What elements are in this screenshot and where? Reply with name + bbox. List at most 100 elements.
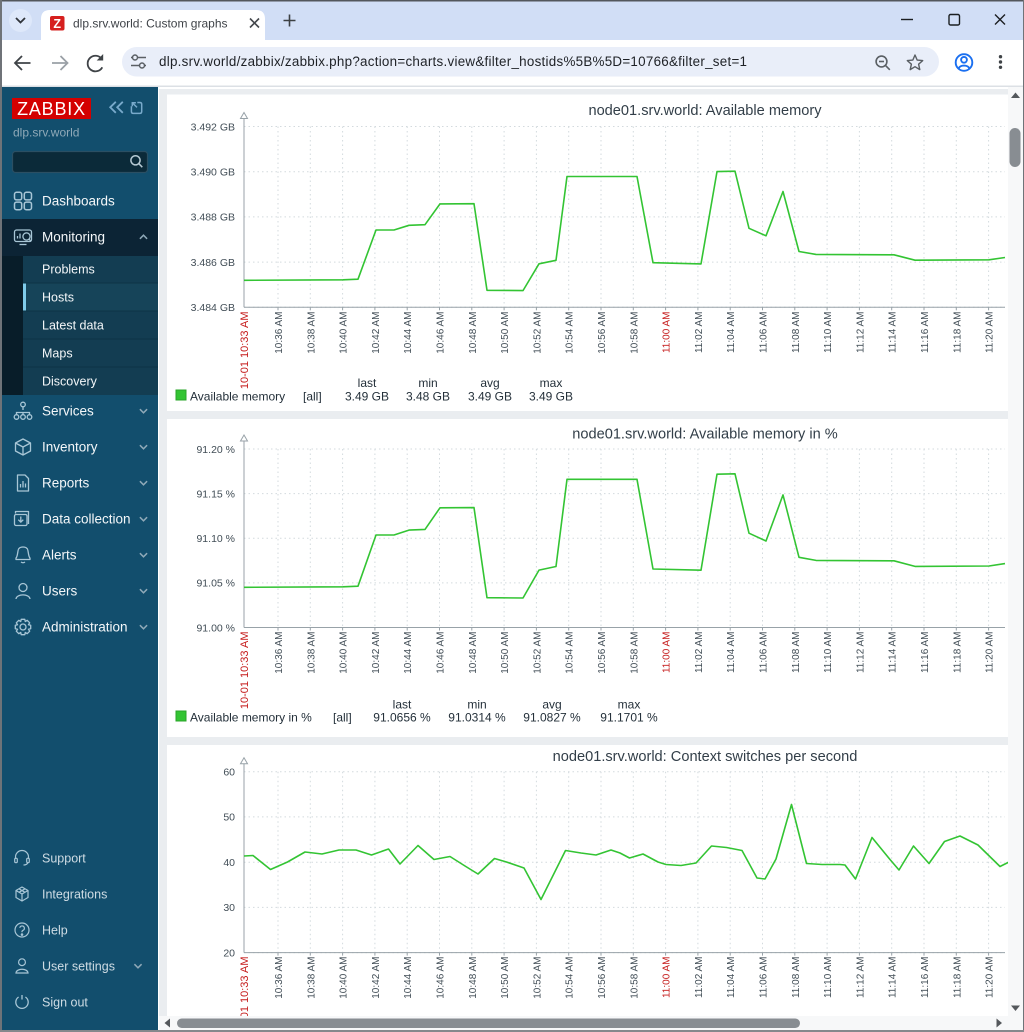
svg-text:last: last [393,698,412,712]
svg-text:10:42 AM: 10:42 AM [371,312,382,354]
svg-text:3.492 GB: 3.492 GB [191,121,235,133]
svg-text:11:12 AM: 11:12 AM [855,957,866,999]
svg-text:3.486 GB: 3.486 GB [191,257,235,269]
svg-text:50: 50 [223,812,235,824]
svg-text:10:54 AM: 10:54 AM [565,957,576,999]
svg-text:Help: Help [42,924,68,938]
svg-text:dlp.srv.world: Custom graphs: dlp.srv.world: Custom graphs [73,17,228,31]
svg-text:Problems: Problems [42,263,95,277]
svg-text:11:10 AM: 11:10 AM [823,312,834,354]
svg-text:Dashboards: Dashboards [42,194,115,209]
svg-text:10:40 AM: 10:40 AM [339,957,350,999]
svg-text:11:02 AM: 11:02 AM [694,632,705,674]
svg-text:91.1701 %: 91.1701 % [600,711,658,725]
svg-text:Z: Z [53,17,61,31]
svg-text:10:46 AM: 10:46 AM [436,957,447,999]
svg-text:10:52 AM: 10:52 AM [532,632,543,674]
svg-text:11:12 AM: 11:12 AM [855,312,866,354]
svg-text:Users: Users [42,584,78,599]
svg-text:10:46 AM: 10:46 AM [436,632,447,674]
svg-text:11:00 AM: 11:00 AM [662,632,673,674]
svg-text:30: 30 [223,902,235,914]
svg-text:Administration: Administration [42,620,128,635]
svg-text:11:14 AM: 11:14 AM [888,312,899,354]
svg-text:11:18 AM: 11:18 AM [952,957,963,999]
svg-text:11:16 AM: 11:16 AM [920,632,931,674]
svg-text:Discovery: Discovery [42,375,98,389]
svg-text:10:44 AM: 10:44 AM [403,632,414,674]
svg-text:10:56 AM: 10:56 AM [597,312,608,354]
svg-text:11:20 AM: 11:20 AM [985,632,996,674]
svg-text:11:08 AM: 11:08 AM [791,312,802,354]
svg-text:10:38 AM: 10:38 AM [306,957,317,999]
svg-text:11:04 AM: 11:04 AM [726,312,737,354]
svg-text:ZABBIX: ZABBIX [17,99,86,119]
svg-text:91.0314 %: 91.0314 % [448,711,506,725]
svg-text:10:50 AM: 10:50 AM [500,957,511,999]
svg-text:dlp.srv.world/zabbix/zabbix.ph: dlp.srv.world/zabbix/zabbix.php?action=c… [159,54,747,69]
svg-text:Latest data: Latest data [42,319,104,333]
svg-text:3.484 GB: 3.484 GB [191,302,235,314]
svg-text:Data collection: Data collection [42,512,131,527]
svg-text:max: max [540,376,563,390]
svg-text:last: last [358,376,377,390]
svg-text:11:14 AM: 11:14 AM [888,632,899,674]
svg-text:3.490 GB: 3.490 GB [191,167,235,179]
svg-text:10:38 AM: 10:38 AM [306,632,317,674]
svg-text:11:08 AM: 11:08 AM [791,632,802,674]
svg-text:min: min [467,698,486,712]
svg-text:dlp.srv.world: dlp.srv.world [13,126,79,140]
svg-text:60: 60 [223,767,235,779]
svg-text:10:42 AM: 10:42 AM [371,632,382,674]
svg-text:Inventory: Inventory [42,440,98,455]
svg-text:11:10 AM: 11:10 AM [823,957,834,999]
svg-text:91.10 %: 91.10 % [196,533,235,545]
svg-text:3.488 GB: 3.488 GB [191,212,235,224]
svg-text:10:44 AM: 10:44 AM [403,957,414,999]
svg-text:10:48 AM: 10:48 AM [468,957,479,999]
svg-text:10:36 AM: 10:36 AM [274,632,285,674]
svg-text:11:06 AM: 11:06 AM [759,632,770,674]
svg-text:Reports: Reports [42,476,90,491]
svg-text:11:00 AM: 11:00 AM [662,957,673,999]
svg-text:Monitoring: Monitoring [42,230,105,245]
svg-text:91.15 %: 91.15 % [196,488,235,500]
svg-text:node01.srv.world: Available me: node01.srv.world: Available memory in % [572,427,838,443]
svg-text:Hosts: Hosts [42,291,74,305]
svg-text:10:50 AM: 10:50 AM [500,312,511,354]
svg-text:10-01 10:33 AM: 10-01 10:33 AM [239,312,251,390]
svg-text:11:06 AM: 11:06 AM [759,957,770,999]
svg-text:Available memory: Available memory [190,390,285,404]
svg-text:max: max [618,698,641,712]
svg-text:10:40 AM: 10:40 AM [339,632,350,674]
svg-text:11:00 AM: 11:00 AM [662,311,673,353]
svg-text:min: min [418,376,437,390]
svg-text:Services: Services [42,404,94,419]
svg-text:20: 20 [223,947,235,959]
svg-text:10:36 AM: 10:36 AM [274,312,285,354]
svg-text:User settings: User settings [42,960,115,974]
svg-text:10:36 AM: 10:36 AM [274,957,285,999]
svg-text:10:56 AM: 10:56 AM [597,957,608,999]
svg-text:40: 40 [223,857,235,869]
svg-text:3.48 GB: 3.48 GB [406,390,450,404]
svg-text:3.49 GB: 3.49 GB [529,390,573,404]
svg-text:avg: avg [542,698,561,712]
svg-text:node01.srv.world: Context swit: node01.srv.world: Context switches per s… [553,749,858,765]
svg-text:3.49 GB: 3.49 GB [468,390,512,404]
svg-text:11:18 AM: 11:18 AM [952,632,963,674]
svg-text:11:20 AM: 11:20 AM [985,957,996,999]
svg-text:node01.srv.world: Available me: node01.srv.world: Available memory [588,103,822,119]
svg-text:10:54 AM: 10:54 AM [565,632,576,674]
svg-text:10:44 AM: 10:44 AM [403,312,414,354]
svg-text:Alerts: Alerts [42,548,77,563]
svg-text:[all]: [all] [333,711,352,725]
svg-text:3.49 GB: 3.49 GB [345,390,389,404]
svg-text:[all]: [all] [303,390,322,404]
svg-text:11:06 AM: 11:06 AM [759,312,770,354]
svg-text:11:18 AM: 11:18 AM [952,312,963,354]
svg-text:91.20 %: 91.20 % [196,444,235,456]
svg-text:10:54 AM: 10:54 AM [565,312,576,354]
svg-text:10:40 AM: 10:40 AM [339,312,350,354]
svg-text:10:52 AM: 10:52 AM [532,957,543,999]
